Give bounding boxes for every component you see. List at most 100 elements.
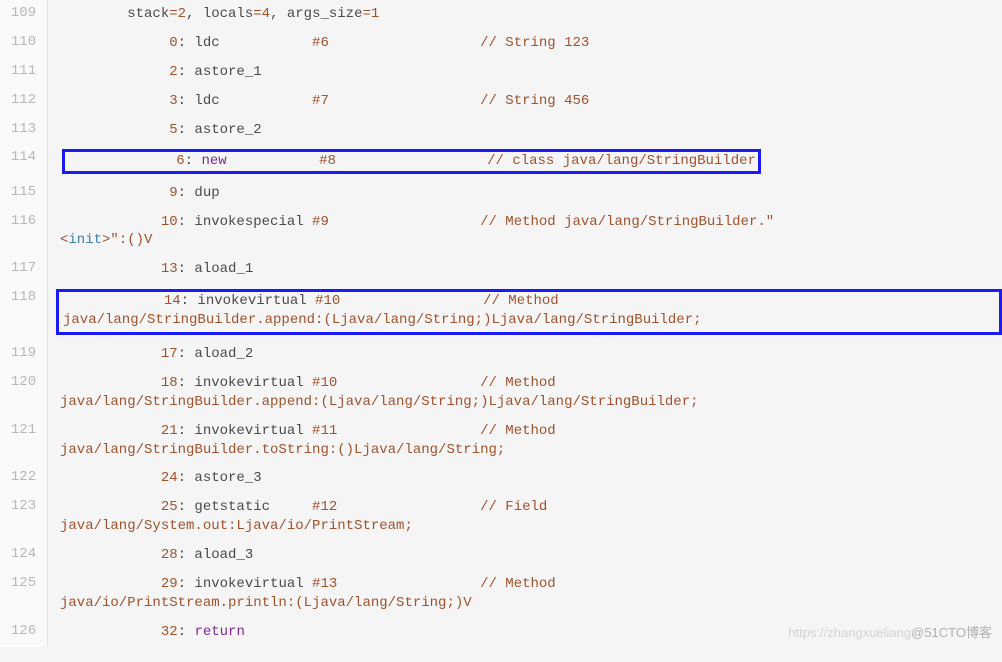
token: 32 [60,624,178,640]
token: 21 [60,423,178,439]
code-cell: 5: astore_2 [48,116,1002,145]
token: : astore_2 [178,122,262,138]
code-cell: 10: invokespecial #9 // Method java/lang… [48,208,1002,256]
token [337,576,480,592]
line-number: 123 [0,493,48,541]
token: // String 456 [480,93,589,109]
token: 10 [60,214,178,230]
token: java/io/PrintStream.println:(Ljava/lang/… [60,595,472,611]
line-number: 124 [0,541,48,570]
token: #11 [312,423,337,439]
token: : dup [178,185,220,201]
token: // class java/lang/StringBuilder [487,153,756,169]
code-row: 126 32: return [0,618,1002,647]
code-row: 121 21: invokevirtual #11 // Method java… [0,417,1002,465]
token: 24 [60,470,178,486]
code-row: 123 25: getstatic #12 // Field java/lang… [0,493,1002,541]
token: java/lang/StringBuilder.toString:()Ljava… [60,442,505,458]
line-number: 126 [0,618,48,647]
line-number: 116 [0,208,48,256]
line-number: 119 [0,340,48,369]
code-cell: 18: invokevirtual #10 // Method java/lan… [48,369,1002,417]
line-number: 120 [0,369,48,417]
token [329,214,480,230]
token [329,93,480,109]
token: >":()V [102,232,152,248]
code-row: 120 18: invokevirtual #10 // Method java… [0,369,1002,417]
token: 14 [63,293,181,309]
token [340,293,483,309]
code-cell: 9: dup [48,179,1002,208]
token: 3 [60,93,178,109]
line-number: 109 [0,0,48,29]
code-cell: 14: invokevirtual #10 // Method java/lan… [48,284,1002,340]
token: // Method [480,423,564,439]
token: 2 [178,6,186,22]
token: 28 [60,547,178,563]
token: new [201,153,226,169]
token: , args_size [270,6,362,22]
token: return [194,624,244,640]
code-cell: 24: astore_3 [48,464,1002,493]
code-row: 111 2: astore_1 [0,58,1002,87]
token: #10 [312,375,337,391]
token: : ldc [178,93,312,109]
token: #13 [312,576,337,592]
token: #12 [312,499,337,515]
token: // Method [480,375,564,391]
token [329,35,480,51]
token: : getstatic [178,499,312,515]
code-row: 118 14: invokevirtual #10 // Method java… [0,284,1002,340]
token: #7 [312,93,329,109]
token: : astore_1 [178,64,262,80]
token: #8 [319,153,336,169]
token [337,499,480,515]
code-row: 122 24: astore_3 [0,464,1002,493]
token: : aload_2 [178,346,254,362]
token: = [253,6,261,22]
code-row: 115 9: dup [0,179,1002,208]
line-number: 110 [0,29,48,58]
token: : invokevirtual [178,423,312,439]
token [227,153,319,169]
token: : ldc [178,35,312,51]
line-number: 113 [0,116,48,145]
code-row: 109 stack=2, locals=4, args_size=1 [0,0,1002,29]
token: = [362,6,370,22]
token: : [185,153,202,169]
bytecode-listing: 109 stack=2, locals=4, args_size=1110 0:… [0,0,1002,647]
token [337,423,480,439]
code-cell: stack=2, locals=4, args_size=1 [48,0,1002,29]
token: java/lang/StringBuilder.append:(Ljava/la… [60,394,699,410]
highlight-box: 6: new #8 // class java/lang/StringBuild… [62,149,761,173]
token: = [169,6,177,22]
code-cell: 32: return [48,618,1002,647]
token: 2 [60,64,178,80]
token: // Field [480,499,556,515]
token: 29 [60,576,178,592]
code-row: 124 28: aload_3 [0,541,1002,570]
line-number: 125 [0,570,48,618]
line-number: 114 [0,144,48,178]
token: : invokevirtual [178,375,312,391]
token: : invokespecial [178,214,312,230]
token: 1 [371,6,379,22]
token [336,153,487,169]
token: : [178,624,195,640]
token: java/lang/StringBuilder.append:(Ljava/la… [63,312,702,328]
line-number: 112 [0,87,48,116]
token: 13 [60,261,178,277]
line-number: 122 [0,464,48,493]
code-cell: 0: ldc #6 // String 123 [48,29,1002,58]
code-row: 125 29: invokevirtual #13 // Method java… [0,570,1002,618]
token: // Method [480,576,564,592]
code-row: 117 13: aload_1 [0,255,1002,284]
token: : invokevirtual [181,293,315,309]
token: : aload_3 [178,547,254,563]
code-row: 116 10: invokespecial #9 // Method java/… [0,208,1002,256]
code-cell: 6: new #8 // class java/lang/StringBuild… [48,144,1002,178]
token: : aload_1 [178,261,254,277]
token: 17 [60,346,178,362]
token: stack [60,6,169,22]
token: 0 [60,35,178,51]
